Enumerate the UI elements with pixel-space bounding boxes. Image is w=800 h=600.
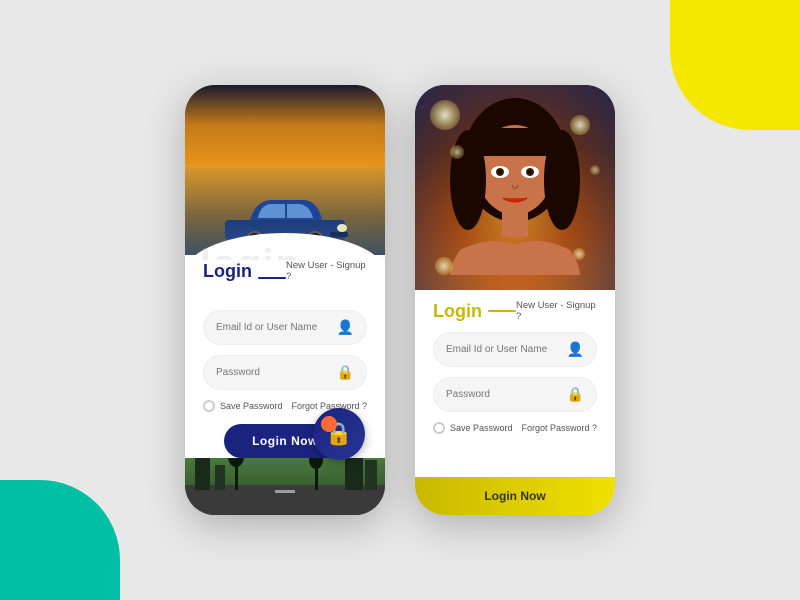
lock-icon-2: 🔒 bbox=[567, 386, 584, 403]
form-header: Login New User - Signup ? bbox=[203, 260, 367, 296]
signup-link-phone2[interactable]: New User - Signup ? bbox=[516, 300, 597, 322]
save-password-left-2: Save Password bbox=[433, 422, 513, 434]
title-underline-2 bbox=[488, 310, 516, 313]
save-password-left: Save Password bbox=[203, 400, 283, 412]
light-orb-2 bbox=[570, 115, 590, 135]
lock-icon: 🔒 bbox=[337, 364, 354, 381]
save-password-radio[interactable] bbox=[203, 400, 215, 412]
login-button-phone2[interactable]: Login Now bbox=[415, 477, 615, 515]
user-icon: 👤 bbox=[337, 319, 354, 336]
hero-image-woman bbox=[415, 85, 615, 295]
bg-yellow-shape bbox=[670, 0, 800, 130]
email-field-phone2[interactable]: 👤 bbox=[433, 332, 597, 367]
email-input-phone1[interactable] bbox=[216, 322, 337, 333]
lock-badge: 🔒 bbox=[313, 408, 365, 460]
password-input-phone1[interactable] bbox=[216, 367, 337, 378]
sky-bg bbox=[185, 85, 385, 165]
save-password-label-2: Save Password bbox=[450, 423, 513, 433]
light-orb-6 bbox=[573, 248, 585, 260]
hero-image-car bbox=[185, 85, 385, 255]
user-icon-2: 👤 bbox=[567, 341, 584, 358]
signup-link-phone1[interactable]: New User - Signup ? bbox=[286, 260, 367, 282]
save-row-phone2: Save Password Forgot Password ? bbox=[433, 422, 597, 434]
login-title: Login bbox=[203, 261, 252, 282]
light-orb-1 bbox=[430, 100, 460, 130]
phone-1: login Login New User - Signup ? 👤 🔒 bbox=[185, 85, 385, 515]
light-orb-4 bbox=[590, 165, 600, 175]
login-form-phone2: Login New User - Signup ? 👤 🔒 Save Passw… bbox=[415, 290, 615, 434]
form-header-2: Login New User - Signup ? bbox=[433, 300, 597, 322]
title-underline bbox=[258, 277, 286, 280]
login-title-2: Login bbox=[433, 301, 482, 322]
phone-2: Login New User - Signup ? 👤 🔒 Save Passw… bbox=[415, 85, 615, 515]
forgot-password-link-2[interactable]: Forgot Password ? bbox=[521, 423, 597, 433]
password-field-phone1[interactable]: 🔒 bbox=[203, 355, 367, 390]
user-dot bbox=[321, 416, 337, 432]
password-field-phone2[interactable]: 🔒 bbox=[433, 377, 597, 412]
save-password-label: Save Password bbox=[220, 401, 283, 411]
email-field-phone1[interactable]: 👤 bbox=[203, 310, 367, 345]
phones-container: login Login New User - Signup ? 👤 🔒 bbox=[185, 85, 615, 515]
bg-teal-shape bbox=[0, 480, 120, 600]
email-input-phone2[interactable] bbox=[446, 344, 567, 355]
light-orb-3 bbox=[450, 145, 464, 159]
light-orb-5 bbox=[435, 257, 453, 275]
password-input-phone2[interactable] bbox=[446, 389, 567, 400]
save-password-radio-2[interactable] bbox=[433, 422, 445, 434]
